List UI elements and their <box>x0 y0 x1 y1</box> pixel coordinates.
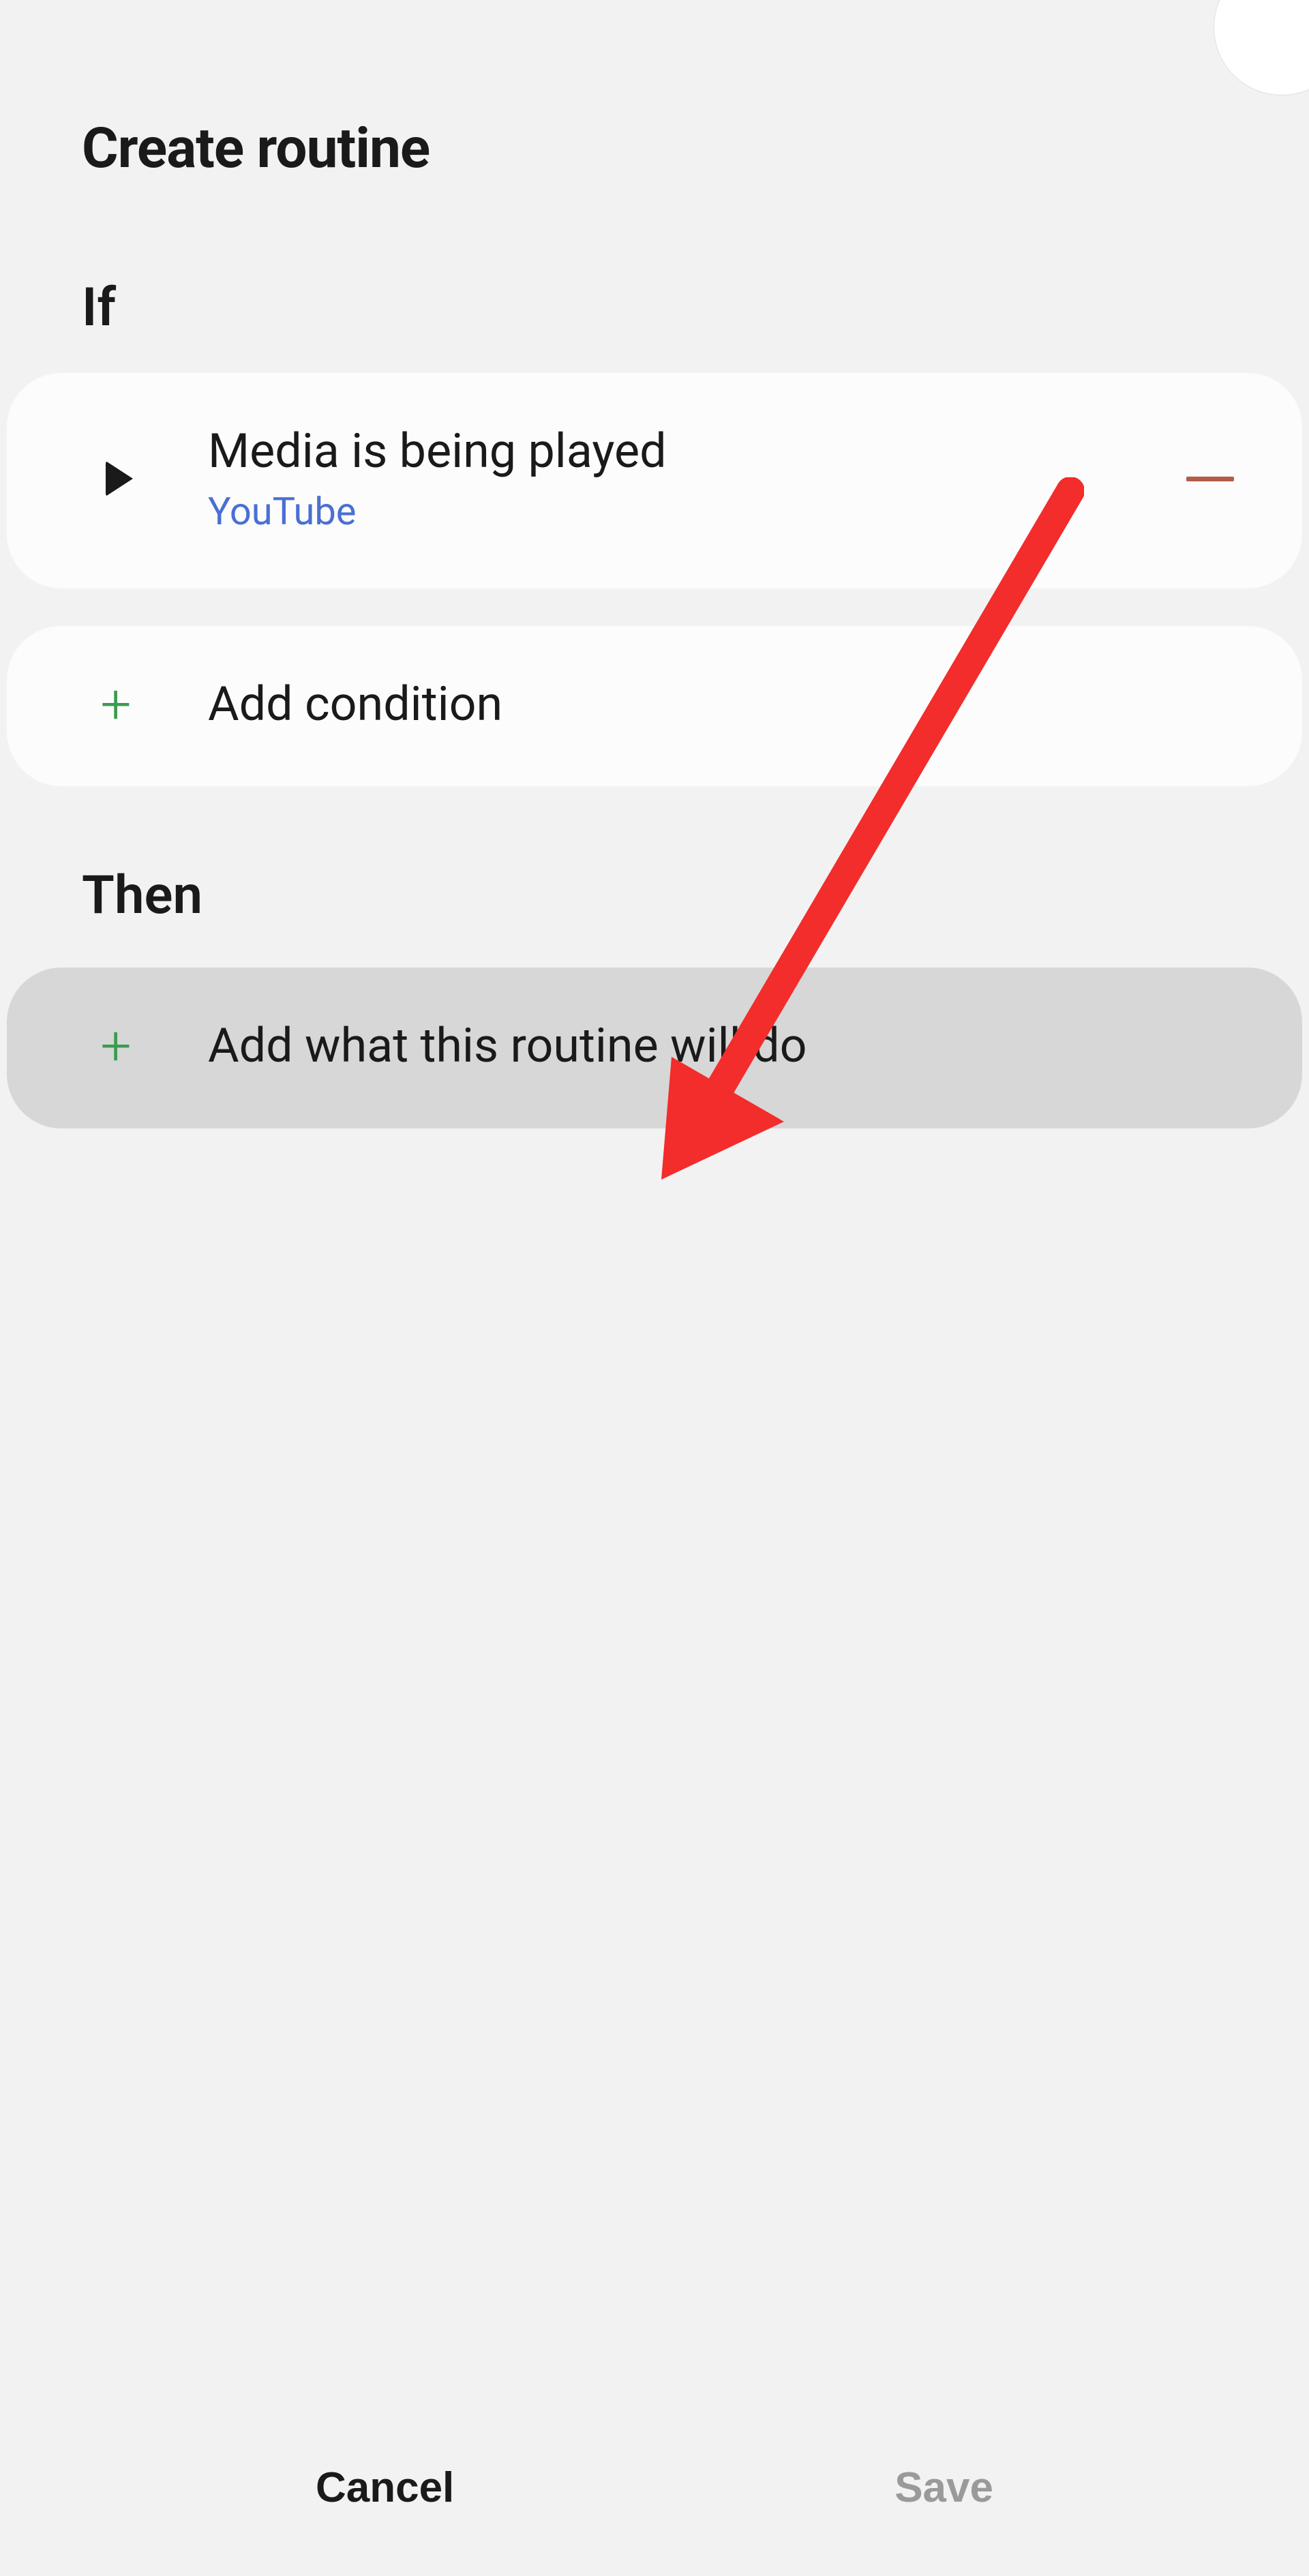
add-action-text: Add what this routine will do <box>147 1019 1234 1074</box>
add-action-label: Add what this routine will do <box>208 1019 1234 1074</box>
page-title: Create routine <box>82 116 1227 181</box>
save-button[interactable]: Save <box>854 2443 1034 2532</box>
play-icon <box>85 461 147 496</box>
condition-text: Media is being played YouTube <box>147 424 1186 534</box>
app-root: Create routine If Media is being played … <box>0 0 1309 2576</box>
footer-bar: Cancel Save <box>0 2426 1309 2576</box>
section-then-label: Then <box>0 824 1309 961</box>
add-condition-card[interactable]: + Add condition <box>7 626 1302 787</box>
condition-subtitle: YouTube <box>208 489 1186 534</box>
plus-icon: + <box>85 677 147 732</box>
condition-card[interactable]: Media is being played YouTube <box>7 373 1302 588</box>
header: Create routine <box>0 0 1309 236</box>
add-action-card[interactable]: + Add what this routine will do <box>7 968 1302 1128</box>
condition-title: Media is being played <box>208 424 1186 479</box>
add-condition-text: Add condition <box>147 677 1234 732</box>
plus-icon: + <box>85 1019 147 1073</box>
add-condition-label: Add condition <box>208 677 1234 732</box>
content: If Media is being played YouTube + Add c… <box>0 236 1309 2426</box>
cancel-button[interactable]: Cancel <box>275 2443 495 2532</box>
remove-condition-icon[interactable] <box>1186 477 1234 481</box>
section-if-label: If <box>0 236 1309 373</box>
